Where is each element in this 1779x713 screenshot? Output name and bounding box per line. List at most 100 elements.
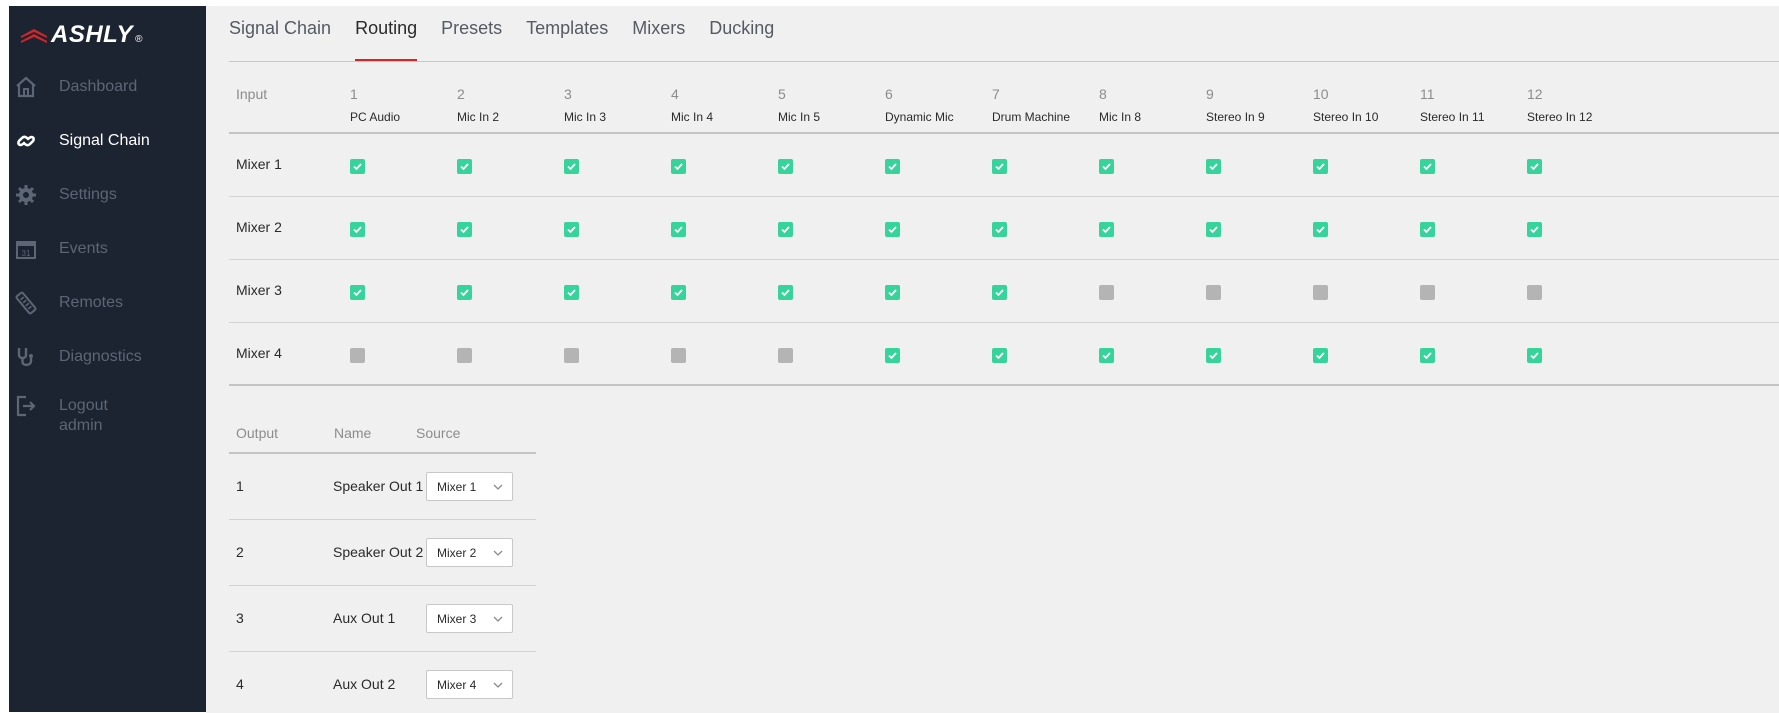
- tab-presets[interactable]: Presets: [441, 6, 502, 61]
- routing-row-mixer-2: Mixer 2: [229, 197, 1779, 260]
- route-checkbox[interactable]: [1206, 348, 1221, 363]
- sidebar-item-label: Signal Chain: [59, 132, 150, 149]
- route-checkbox[interactable]: [885, 222, 900, 237]
- route-checkbox[interactable]: [1313, 348, 1328, 363]
- route-checkbox[interactable]: [1527, 222, 1542, 237]
- route-checkbox[interactable]: [1206, 222, 1221, 237]
- source-select-value: Mixer 4: [437, 678, 477, 692]
- sidebar-item-diagnostics[interactable]: Diagnostics: [9, 337, 206, 377]
- source-header: Source: [416, 425, 461, 441]
- source-select[interactable]: Mixer 1: [426, 472, 513, 501]
- route-checkbox[interactable]: [1420, 348, 1435, 363]
- source-select[interactable]: Mixer 4: [426, 670, 513, 699]
- route-checkbox[interactable]: [1420, 285, 1435, 300]
- checkmark-icon: [1423, 163, 1432, 171]
- route-checkbox[interactable]: [1420, 222, 1435, 237]
- tab-templates[interactable]: Templates: [526, 6, 608, 61]
- checkmark-icon: [888, 352, 897, 360]
- route-checkbox[interactable]: [457, 285, 472, 300]
- name-header: Name: [334, 425, 372, 441]
- routing-header: Input 1 PC Audio 2 Mic In 2 3 Mic In 3 4 Mic In…: [229, 62, 1779, 134]
- route-checkbox[interactable]: [1313, 222, 1328, 237]
- checkmark-icon: [1102, 163, 1111, 171]
- route-checkbox[interactable]: [1527, 159, 1542, 174]
- tab-ducking[interactable]: Ducking: [709, 6, 774, 61]
- input-name: Dynamic Mic: [885, 110, 954, 124]
- route-checkbox[interactable]: [1099, 285, 1114, 300]
- sidebar-item-logout[interactable]: Logout admin: [9, 391, 206, 443]
- route-checkbox[interactable]: [350, 159, 365, 174]
- route-checkbox[interactable]: [671, 285, 686, 300]
- output-row: 4 Aux Out 2 Mixer 4: [229, 652, 536, 713]
- route-checkbox[interactable]: [1313, 285, 1328, 300]
- route-checkbox[interactable]: [564, 222, 579, 237]
- checkmark-icon: [995, 226, 1004, 234]
- route-checkbox[interactable]: [1527, 285, 1542, 300]
- home-icon: [13, 74, 39, 100]
- route-checkbox[interactable]: [1420, 159, 1435, 174]
- route-checkbox[interactable]: [1313, 159, 1328, 174]
- route-checkbox[interactable]: [778, 222, 793, 237]
- route-checkbox[interactable]: [778, 285, 793, 300]
- route-checkbox[interactable]: [1206, 159, 1221, 174]
- remote-icon: [13, 290, 39, 316]
- ashly-logo: ASHLY ®: [21, 20, 142, 50]
- sidebar-item-settings[interactable]: Settings: [9, 175, 206, 215]
- route-checkbox[interactable]: [885, 159, 900, 174]
- route-checkbox[interactable]: [1206, 285, 1221, 300]
- route-checkbox[interactable]: [1099, 222, 1114, 237]
- route-checkbox[interactable]: [778, 348, 793, 363]
- chevron-down-icon: [493, 682, 503, 688]
- route-checkbox[interactable]: [350, 285, 365, 300]
- route-checkbox[interactable]: [671, 348, 686, 363]
- sidebar-item-signal-chain[interactable]: Signal Chain: [9, 121, 206, 161]
- route-checkbox[interactable]: [671, 159, 686, 174]
- route-checkbox[interactable]: [564, 159, 579, 174]
- route-checkbox[interactable]: [350, 222, 365, 237]
- checkmark-icon: [781, 163, 790, 171]
- route-checkbox[interactable]: [564, 348, 579, 363]
- sidebar-item-remotes[interactable]: Remotes: [9, 283, 206, 323]
- sidebar-item-label: Remotes: [59, 294, 124, 311]
- output-number: 4: [236, 676, 244, 692]
- checkmark-icon: [353, 163, 362, 171]
- route-checkbox[interactable]: [457, 222, 472, 237]
- tab-mixers[interactable]: Mixers: [632, 6, 685, 61]
- route-checkbox[interactable]: [1527, 348, 1542, 363]
- source-select[interactable]: Mixer 2: [426, 538, 513, 567]
- sidebar-item-label: Logout: [59, 397, 108, 414]
- route-checkbox[interactable]: [457, 159, 472, 174]
- route-checkbox[interactable]: [1099, 348, 1114, 363]
- route-checkbox[interactable]: [992, 348, 1007, 363]
- output-name: Speaker Out 2: [333, 544, 424, 560]
- tab-signal-chain[interactable]: Signal Chain: [229, 6, 331, 61]
- source-select[interactable]: Mixer 3: [426, 604, 513, 633]
- route-checkbox[interactable]: [457, 348, 472, 363]
- routing-row-mixer-3: Mixer 3: [229, 260, 1779, 323]
- route-checkbox[interactable]: [992, 285, 1007, 300]
- sidebar-item-label: Diagnostics: [59, 348, 142, 365]
- sidebar-item-dashboard[interactable]: Dashboard: [9, 67, 206, 107]
- routing-row-mixer-1: Mixer 1: [229, 134, 1779, 197]
- route-checkbox[interactable]: [778, 159, 793, 174]
- route-checkbox[interactable]: [992, 222, 1007, 237]
- sidebar-item-events[interactable]: 31 Events: [9, 229, 206, 269]
- checkmark-icon: [1423, 352, 1432, 360]
- route-checkbox[interactable]: [885, 348, 900, 363]
- checkmark-icon: [1530, 352, 1539, 360]
- input-name: Mic In 4: [671, 110, 714, 124]
- route-checkbox[interactable]: [350, 348, 365, 363]
- route-checkbox[interactable]: [992, 159, 1007, 174]
- tab-routing[interactable]: Routing: [355, 6, 418, 61]
- input-number: 2: [457, 86, 465, 102]
- checkmark-icon: [674, 163, 683, 171]
- route-checkbox[interactable]: [564, 285, 579, 300]
- input-name: Stereo In 10: [1313, 110, 1379, 124]
- route-checkbox[interactable]: [671, 222, 686, 237]
- input-name: Mic In 8: [1099, 110, 1142, 124]
- route-checkbox[interactable]: [885, 285, 900, 300]
- checkmark-icon: [567, 289, 576, 297]
- route-checkbox[interactable]: [1099, 159, 1114, 174]
- input-number: 12: [1527, 86, 1543, 102]
- source-select-value: Mixer 2: [437, 546, 477, 560]
